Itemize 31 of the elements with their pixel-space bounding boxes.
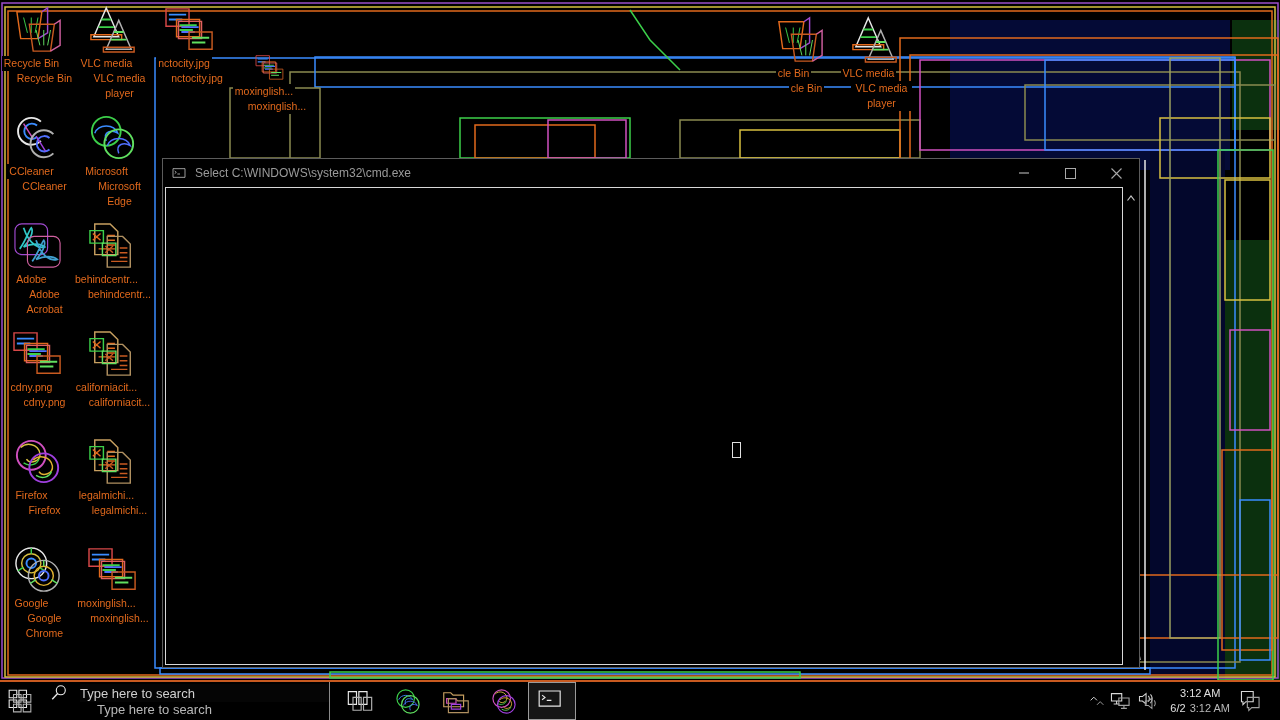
ghost-icon-label: moxinglish...	[75, 596, 138, 611]
cursor-icon	[732, 442, 741, 458]
desktop-icon-label[interactable]: Recycle Bin	[14, 71, 75, 86]
orb-logo-icon	[490, 687, 518, 715]
windows-logo-icon	[7, 688, 33, 714]
search-field[interactable]: Type here to search	[80, 684, 329, 702]
chevron-up-icon[interactable]	[1090, 695, 1105, 707]
ghost-icon-label: Google	[12, 596, 51, 611]
desktop-icon-label[interactable]: moxinglish...	[88, 611, 151, 626]
search-icon	[50, 684, 68, 702]
desktop-icon-label[interactable]: moxinglish...	[245, 99, 309, 114]
console-icon	[171, 167, 187, 179]
desktop-icon-label[interactable]: nctocity.jpg	[169, 71, 225, 86]
ghost-icon-label: cdny.png	[8, 380, 55, 395]
clock-date[interactable]: 6/2	[1170, 701, 1186, 716]
ghost-icon-label: nctocity.jpg	[156, 56, 212, 71]
desktop-icon-label[interactable]: cdny.png	[21, 395, 68, 410]
desktop-icon-label[interactable]: VLC media player	[851, 81, 912, 111]
ghost-icon-label: Recycle Bin	[1, 56, 62, 71]
ghost-icon-label: moxinglish...	[232, 84, 296, 99]
ghost-icon-label: legalmichi...	[76, 488, 137, 503]
taskbar-button[interactable]	[528, 682, 576, 720]
desktop-icon-label[interactable]: legalmichi...	[89, 503, 150, 518]
ghost-clock-time: 3:12 AM	[1189, 701, 1230, 716]
network-icon[interactable]	[1110, 692, 1133, 710]
window-title: Select C:\WINDOWS\system32\cmd.exe	[195, 166, 413, 180]
clock-time[interactable]: 3:12 AM	[1180, 686, 1221, 701]
ghost-icon-label: CCleaner	[7, 164, 56, 179]
wave-logo-icon	[394, 687, 422, 715]
ghost-search-text: Type here to search	[97, 702, 212, 718]
notification-icon[interactable]	[1240, 690, 1262, 712]
